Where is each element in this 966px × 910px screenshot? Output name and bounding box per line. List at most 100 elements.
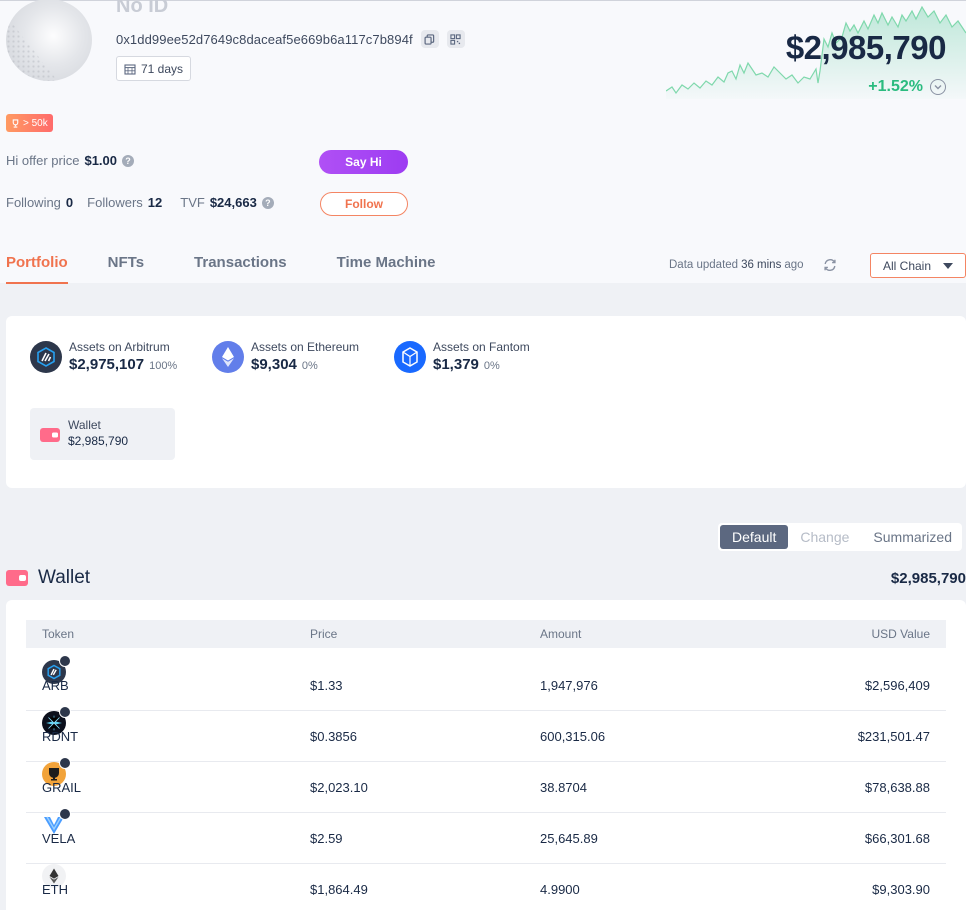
- following-label[interactable]: Following: [6, 195, 61, 210]
- token-price: $1,864.49: [310, 882, 368, 897]
- hi-offer-value: $1.00: [84, 153, 118, 168]
- help-icon[interactable]: ?: [122, 154, 135, 167]
- token-amount: 4.9900: [540, 882, 580, 897]
- token-amount: 25,645.89: [540, 830, 598, 846]
- wallet-tile-value: $2,985,790: [68, 434, 129, 448]
- following-count: 0: [65, 195, 74, 210]
- data-updated-status: Data updated 36 mins ago: [669, 259, 804, 271]
- wallet-address: 0x1dd99ee52d7649c8daceaf5e669b6a117c7b89…: [116, 31, 413, 47]
- follow-button[interactable]: Follow: [320, 192, 408, 216]
- header-usd-value[interactable]: USD Value: [872, 620, 930, 648]
- tab-time-machine[interactable]: Time Machine: [337, 254, 436, 284]
- qr-code-icon[interactable]: [446, 30, 465, 48]
- wallet-icon: [6, 570, 28, 586]
- token-symbol: GRAIL: [42, 779, 82, 795]
- chain-percent: 0%: [301, 360, 318, 372]
- help-icon[interactable]: ?: [261, 196, 274, 209]
- wallet-tile[interactable]: Wallet $2,985,790: [30, 408, 175, 460]
- arbitrum-icon: [30, 340, 62, 373]
- wallet-section-total: $2,985,790: [890, 570, 966, 587]
- wallet-section-label: Wallet: [38, 567, 91, 588]
- view-default-option[interactable]: Default: [720, 525, 789, 549]
- wallet-age-badge: 71 days: [116, 56, 192, 81]
- say-hi-button[interactable]: Say Hi: [319, 150, 408, 174]
- chain-filter-value: All Chain: [883, 258, 932, 273]
- token-price: $1.33: [310, 677, 343, 693]
- chain-percent: 0%: [483, 360, 500, 372]
- chain-label: Assets on Arbitrum: [69, 340, 170, 354]
- token-amount: 600,315.06: [540, 728, 606, 744]
- data-updated-suffix: ago: [784, 259, 804, 271]
- trophy-icon: [12, 118, 19, 128]
- tier-badge: > 50k: [6, 114, 53, 132]
- avatar: [6, 0, 92, 81]
- token-table: Token Price Amount USD Value ARB $1.33 1…: [6, 600, 966, 910]
- main-tabs: Portfolio NFTs Transactions Time Machine: [6, 254, 436, 284]
- table-row[interactable]: ETH $1,864.49 4.9900 $9,303.90: [26, 864, 946, 910]
- calendar-icon: [124, 63, 136, 75]
- token-price: $2,023.10: [310, 779, 368, 795]
- caret-down-icon: [943, 262, 954, 269]
- tab-transactions[interactable]: Transactions: [194, 254, 287, 284]
- token-usd-value: $2,596,409: [864, 677, 930, 693]
- data-updated-value: 36 mins: [741, 259, 782, 271]
- follow-stats: Following 0 Followers 12 TVF $24,663 ?: [6, 195, 274, 210]
- view-summarized-option[interactable]: Summarized: [861, 525, 964, 549]
- token-amount: 38.8704: [540, 779, 587, 795]
- net-worth-value: $2,985,790: [785, 29, 947, 66]
- view-mode-toggle: Default Change Summarized: [718, 523, 962, 551]
- profile-name: No ID: [116, 0, 169, 17]
- token-usd-value: $66,301.68: [864, 830, 930, 846]
- tvf-label: TVF: [180, 195, 205, 210]
- token-symbol: ETH: [42, 882, 68, 897]
- address-row: 0x1dd99ee52d7649c8daceaf5e669b6a117c7b89…: [116, 30, 465, 48]
- wallet-age-text: 71 days: [141, 61, 184, 76]
- token-symbol: VELA: [42, 830, 76, 846]
- token-usd-value: $78,638.88: [864, 779, 930, 795]
- table-row[interactable]: VELA $2.59 25,645.89 $66,301.68: [26, 808, 946, 864]
- chain-assets-card: Assets on Arbitrum $2,975,107 100% Assets…: [6, 316, 966, 488]
- header-amount: Amount: [540, 627, 582, 641]
- copy-icon[interactable]: [420, 30, 439, 48]
- chain-label: Assets on Fantom: [433, 340, 530, 354]
- tvf-value: $24,663: [209, 195, 257, 210]
- tab-portfolio[interactable]: Portfolio: [6, 254, 68, 284]
- chain-percent: 100%: [149, 360, 178, 372]
- tab-nfts[interactable]: NFTs: [108, 254, 144, 284]
- chain-filter-select[interactable]: All Chain: [870, 253, 966, 278]
- chain-label: Assets on Ethereum: [251, 340, 360, 354]
- token-symbol: RDNT: [42, 728, 79, 744]
- view-change-option[interactable]: Change: [788, 525, 861, 549]
- token-price: $2.59: [310, 830, 343, 846]
- chain-value: $2,975,107: [69, 356, 145, 373]
- followers-label[interactable]: Followers: [87, 195, 143, 210]
- wallet-icon: [40, 428, 60, 445]
- hi-offer-label: Hi offer price: [6, 153, 80, 168]
- token-usd-value: $9,303.90: [872, 882, 930, 897]
- chain-item-fantom[interactable]: Assets on Fantom $1,379 0%: [394, 340, 530, 373]
- table-row[interactable]: ARB $1.33 1,947,976 $2,596,409: [26, 655, 946, 711]
- table-header: Token Price Amount USD Value: [26, 620, 946, 648]
- header-price: Price: [310, 627, 338, 641]
- refresh-icon[interactable]: [822, 257, 838, 276]
- wallet-tile-label: Wallet: [68, 418, 101, 432]
- fantom-icon: [394, 340, 426, 373]
- table-row[interactable]: GRAIL $2,023.10 38.8704 $78,638.88: [26, 757, 946, 813]
- followers-count: 12: [147, 195, 163, 210]
- token-usd-value: $231,501.47: [857, 728, 930, 744]
- token-price: $0.3856: [310, 728, 357, 744]
- tier-badge-text: > 50k: [23, 117, 48, 129]
- chain-value: $9,304: [251, 356, 297, 373]
- token-amount: 1,947,976: [540, 677, 598, 693]
- chain-item-ethereum[interactable]: Assets on Ethereum $9,304 0%: [212, 340, 359, 373]
- profile-header: No ID 0x1dd99ee52d7649c8daceaf5e669b6a11…: [0, 0, 966, 284]
- net-worth-change-row: +1.52%: [868, 78, 946, 96]
- chain-value: $1,379: [433, 356, 479, 373]
- chevron-down-icon[interactable]: [930, 79, 946, 95]
- table-row[interactable]: RDNT $0.3856 600,315.06 $231,501.47: [26, 706, 946, 762]
- hi-offer-row: Hi offer price $1.00 ?: [6, 153, 135, 168]
- chain-item-arbitrum[interactable]: Assets on Arbitrum $2,975,107 100%: [30, 340, 177, 373]
- data-updated-prefix: Data updated: [669, 259, 739, 271]
- wallet-section-title: Wallet: [6, 567, 90, 589]
- token-symbol: ARB: [42, 677, 69, 693]
